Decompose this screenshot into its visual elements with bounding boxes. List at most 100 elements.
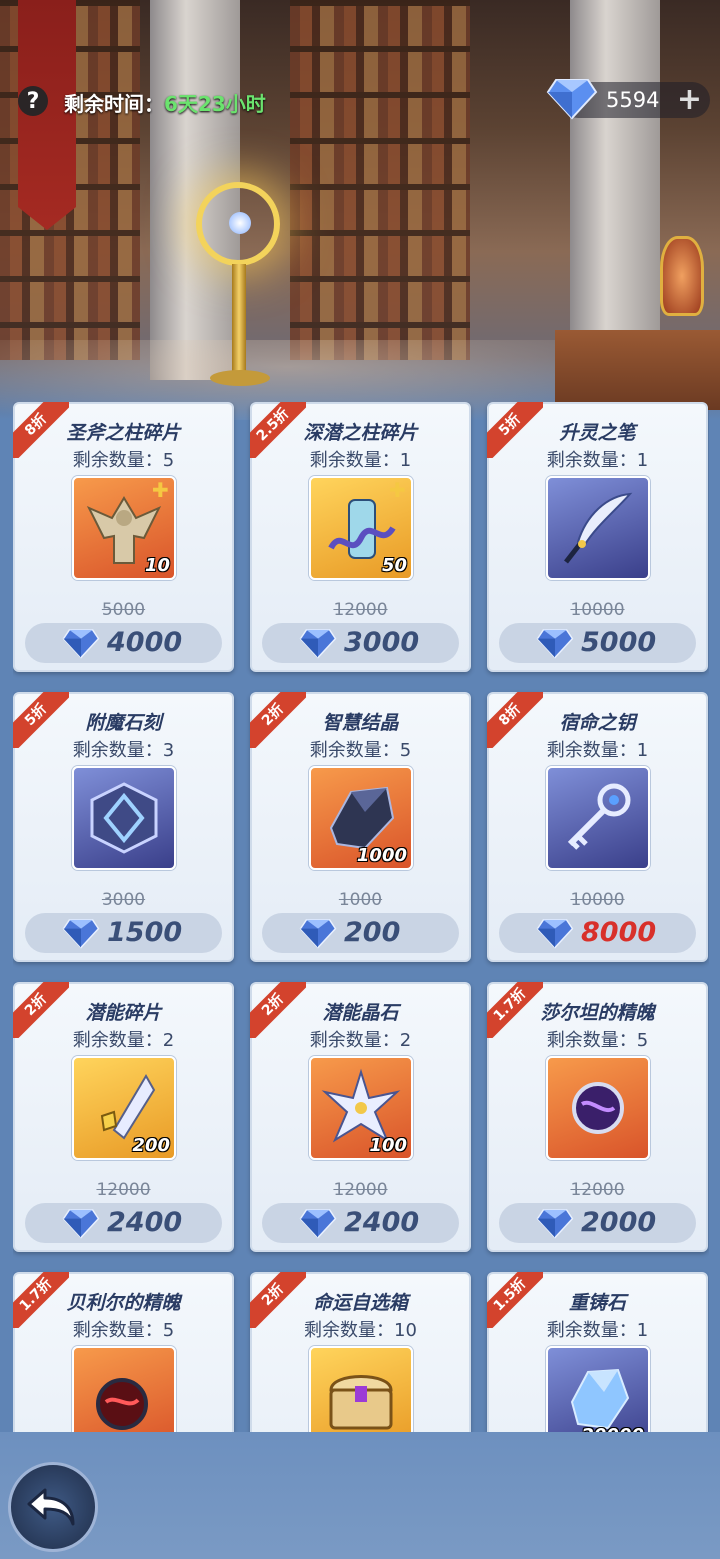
item-quantity: 1000: [356, 845, 407, 866]
timer-value: 6天23小时: [164, 92, 266, 116]
item-icon-frame[interactable]: [72, 766, 176, 870]
fragment-icon: ✚: [152, 478, 169, 502]
vase-icon: [660, 236, 704, 316]
shop-item-card[interactable]: 1.7折 贝利尔的精魄 剩余数量：5: [13, 1272, 234, 1432]
item-stock: 剩余数量：1: [546, 1320, 649, 1341]
sale-price: 2000: [581, 1207, 657, 1238]
item-icon-frame[interactable]: 100: [309, 1056, 413, 1160]
item-icon-frame[interactable]: [546, 1056, 650, 1160]
shop-item-card[interactable]: 2折 命运自选箱 剩余数量：10: [250, 1272, 471, 1432]
shop-item-card[interactable]: 5折 升灵之笔 剩余数量：1 10000 5000: [487, 402, 708, 672]
shop-item-card[interactable]: 8折 宿命之钥 剩余数量：1 10000 8000: [487, 692, 708, 962]
buy-button[interactable]: 1500: [25, 913, 222, 953]
buy-button[interactable]: 8000: [499, 913, 696, 953]
item-icon-frame[interactable]: [546, 476, 650, 580]
shop-item-card[interactable]: 1.5折 重铸石 剩余数量：1 20000: [487, 1272, 708, 1432]
item-stock: 剩余数量：1: [546, 450, 649, 471]
item-stock: 剩余数量：3: [72, 740, 175, 761]
item-quantity: 100: [369, 1135, 407, 1156]
remaining-time: 剩余时间：6天23小时: [64, 88, 266, 117]
item-icon-frame[interactable]: [72, 1346, 176, 1432]
sale-price: 1500: [107, 917, 183, 948]
item-stock: 剩余数量：1: [309, 450, 412, 471]
original-price: 5000: [101, 600, 146, 620]
shop-item-card[interactable]: 2折 潜能晶石 剩余数量：2 100 12000 2400: [250, 982, 471, 1252]
sale-price: 8000: [581, 917, 657, 948]
item-icon-frame[interactable]: 20000: [546, 1346, 650, 1432]
diamond-icon: [546, 79, 598, 120]
shop-item-card[interactable]: 8折 圣斧之柱碎片 剩余数量：5 ✚ 10 5000 4000: [13, 402, 234, 672]
back-button[interactable]: [8, 1462, 98, 1552]
item-name: 圣斧之柱碎片: [66, 422, 181, 444]
sale-price: 4000: [107, 627, 183, 658]
return-arrow-icon: [27, 1488, 75, 1526]
armillary-stand: [232, 264, 246, 374]
item-quantity: 50: [381, 555, 407, 576]
item-name: 潜能晶石: [322, 1002, 399, 1024]
original-price: 12000: [96, 1180, 151, 1200]
background-scene: [0, 0, 720, 420]
add-currency-button[interactable]: +: [677, 82, 702, 117]
item-quantity: 200: [132, 1135, 170, 1156]
original-price: 12000: [333, 1180, 388, 1200]
item-stock: 剩余数量：5: [309, 740, 412, 761]
stone-pillar-right: [570, 0, 660, 360]
help-button[interactable]: ?: [18, 86, 48, 116]
shop-item-card[interactable]: 5折 附魔石刻 剩余数量：3 3000 1500: [13, 692, 234, 962]
item-stock: 剩余数量：2: [309, 1030, 412, 1051]
currency-display: 5594 +: [546, 79, 710, 120]
diamond-icon: [299, 1209, 337, 1239]
item-icon-frame[interactable]: ✚ 10: [72, 476, 176, 580]
item-stock: 剩余数量：5: [72, 450, 175, 471]
sale-price: 2400: [344, 1207, 420, 1238]
buy-button[interactable]: 5000: [499, 623, 696, 663]
diamond-icon: [62, 1209, 100, 1239]
item-icon-frame[interactable]: 200: [72, 1056, 176, 1160]
item-name: 命运自选箱: [312, 1292, 408, 1314]
diamond-icon: [299, 919, 337, 949]
timer-label: 剩余时间：: [64, 92, 164, 116]
original-price: 3000: [101, 890, 146, 910]
buy-button[interactable]: 200: [262, 913, 459, 953]
bottom-bar: [0, 1432, 720, 1559]
item-name: 潜能碎片: [85, 1002, 162, 1024]
shop-grid: 8折 圣斧之柱碎片 剩余数量：5 ✚ 10 5000 4000 2.5折 深潜之柱…: [13, 402, 709, 1432]
item-stock: 剩余数量：1: [546, 740, 649, 761]
question-mark-icon: ?: [26, 88, 40, 114]
item-stock: 剩余数量：2: [72, 1030, 175, 1051]
item-name: 智慧结晶: [322, 712, 399, 734]
sale-price: 200: [344, 917, 401, 948]
original-price: 10000: [570, 600, 625, 620]
buy-button[interactable]: 3000: [262, 623, 459, 663]
original-price: 10000: [570, 890, 625, 910]
item-icon-frame[interactable]: [309, 1346, 413, 1432]
buy-button[interactable]: 2400: [262, 1203, 459, 1243]
original-price: 12000: [333, 600, 388, 620]
diamond-icon: [536, 1209, 574, 1239]
item-icon-frame[interactable]: [546, 766, 650, 870]
item-stock: 剩余数量：5: [72, 1320, 175, 1341]
shop-item-card[interactable]: 2折 智慧结晶 剩余数量：5 1000 1000 200: [250, 692, 471, 962]
sale-price: 3000: [344, 627, 420, 658]
item-quantity: 20000: [581, 1425, 644, 1432]
buy-button[interactable]: 2400: [25, 1203, 222, 1243]
diamond-icon: [299, 629, 337, 659]
item-quantity: 10: [144, 555, 170, 576]
diamond-icon: [62, 629, 100, 659]
diamond-icon: [536, 919, 574, 949]
buy-button[interactable]: 4000: [25, 623, 222, 663]
item-name: 莎尔坦的精魄: [540, 1002, 655, 1024]
item-stock: 剩余数量：5: [546, 1030, 649, 1051]
original-price: 1000: [338, 890, 383, 910]
shop-item-card[interactable]: 1.7折 莎尔坦的精魄 剩余数量：5 12000 2000: [487, 982, 708, 1252]
item-name: 附魔石刻: [85, 712, 162, 734]
fragment-icon: ✚: [389, 478, 406, 502]
item-icon-frame[interactable]: 1000: [309, 766, 413, 870]
diamond-icon: [62, 919, 100, 949]
shop-item-card[interactable]: 2折 潜能碎片 剩余数量：2 200 12000 2400: [13, 982, 234, 1252]
item-icon-frame[interactable]: ✚ 50: [309, 476, 413, 580]
bookshelf-center: [290, 0, 470, 360]
buy-button[interactable]: 2000: [499, 1203, 696, 1243]
shop-item-card[interactable]: 2.5折 深潜之柱碎片 剩余数量：1 ✚ 50 12000 3000: [250, 402, 471, 672]
item-stock: 剩余数量：10: [304, 1320, 417, 1341]
